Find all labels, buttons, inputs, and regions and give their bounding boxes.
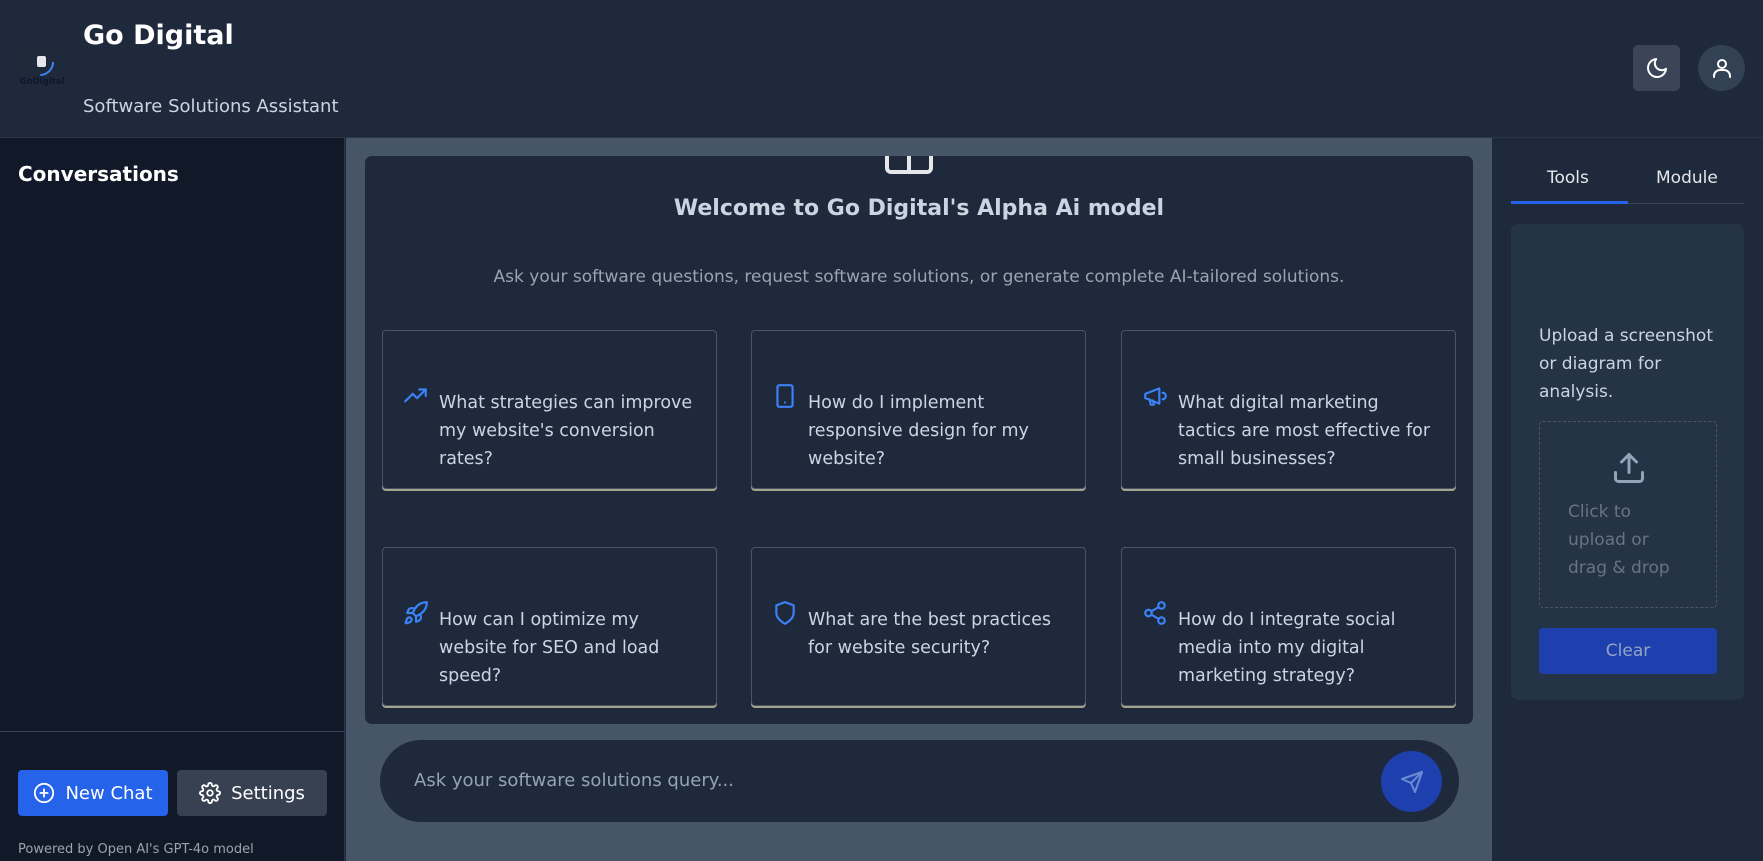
welcome-subtitle: Ask your software questions, request sof… (493, 267, 1345, 287)
conversations-heading: Conversations (18, 162, 179, 186)
upload-panel: Upload a screenshot or diagram for analy… (1511, 224, 1744, 700)
prompt-card-responsive[interactable]: How do I implement responsive design for… (751, 330, 1086, 489)
active-tab-indicator (1511, 201, 1628, 204)
prompt-text: How can I optimize my website for SEO an… (439, 610, 660, 686)
settings-button[interactable]: Settings (177, 770, 327, 816)
welcome-card: Welcome to Go Digital's Alpha Ai model A… (365, 156, 1473, 724)
prompt-card-security[interactable]: What are the best practices for website … (751, 547, 1086, 706)
send-button[interactable] (1381, 751, 1442, 812)
send-icon (1400, 770, 1423, 793)
conversations-sidebar: Conversations New Chat Settings Powered … (0, 138, 345, 861)
gear-icon (199, 782, 222, 804)
dropzone-text: Click to upload or drag & drop (1568, 502, 1670, 578)
query-input[interactable] (414, 762, 1364, 798)
theme-toggle-button[interactable] (1633, 45, 1680, 91)
chat-input-bar (380, 740, 1459, 822)
powered-by-text: Powered by Open AI's GPT-4o model (18, 842, 254, 857)
prompt-card-marketing[interactable]: What digital marketing tactics are most … (1121, 330, 1456, 489)
svg-text:GoDigital: GoDigital (20, 77, 65, 87)
prompt-text: What are the best practices for website … (808, 610, 1051, 658)
go-digital-logo: GoDigital (18, 44, 66, 92)
moon-icon (1646, 58, 1667, 78)
tab-tools[interactable]: Tools (1547, 168, 1589, 188)
upload-description: Upload a screenshot or diagram for analy… (1539, 326, 1714, 402)
prompt-text: What digital marketing tactics are most … (1178, 393, 1431, 469)
prompt-card-seo[interactable]: How can I optimize my website for SEO an… (382, 547, 717, 706)
new-chat-button[interactable]: New Chat (18, 770, 168, 816)
settings-label: Settings (231, 782, 305, 804)
prompt-text: How do I implement responsive design for… (808, 393, 1029, 469)
upload-icon (1614, 453, 1644, 483)
prompt-text: What strategies can improve my website's… (439, 393, 693, 469)
upload-dropzone[interactable]: Click to upload or drag & drop (1539, 421, 1717, 608)
app-header: GoDigital Go Digital Software Solutions … (0, 0, 1763, 138)
tab-module[interactable]: Module (1656, 168, 1718, 188)
share-icon (1144, 601, 1166, 625)
plus-circle-icon (34, 782, 55, 804)
trending-up-icon (404, 388, 427, 403)
sidebar-divider (0, 731, 345, 732)
shield-icon (775, 601, 795, 625)
app-title: Go Digital (83, 20, 234, 51)
app-subtitle: Software Solutions Assistant (83, 96, 339, 117)
prompt-text: How do I integrate social media into my … (1178, 610, 1396, 686)
tablet-icon (776, 384, 794, 408)
rocket-icon (404, 601, 428, 625)
new-chat-label: New Chat (65, 782, 153, 804)
prompt-card-conversion[interactable]: What strategies can improve my website's… (382, 330, 717, 489)
layout-icon (885, 156, 933, 174)
megaphone-icon (1144, 387, 1167, 406)
clear-button[interactable]: Clear (1539, 628, 1717, 674)
prompt-card-social[interactable]: How do I integrate social media into my … (1121, 547, 1456, 706)
welcome-title: Welcome to Go Digital's Alpha Ai model (673, 196, 1165, 221)
user-icon (1712, 59, 1731, 78)
tools-side-panel: Tools Module Upload a screenshot or diag… (1493, 138, 1763, 861)
user-profile-button[interactable] (1698, 45, 1745, 91)
chat-main-area: Welcome to Go Digital's Alpha Ai model A… (346, 138, 1492, 861)
